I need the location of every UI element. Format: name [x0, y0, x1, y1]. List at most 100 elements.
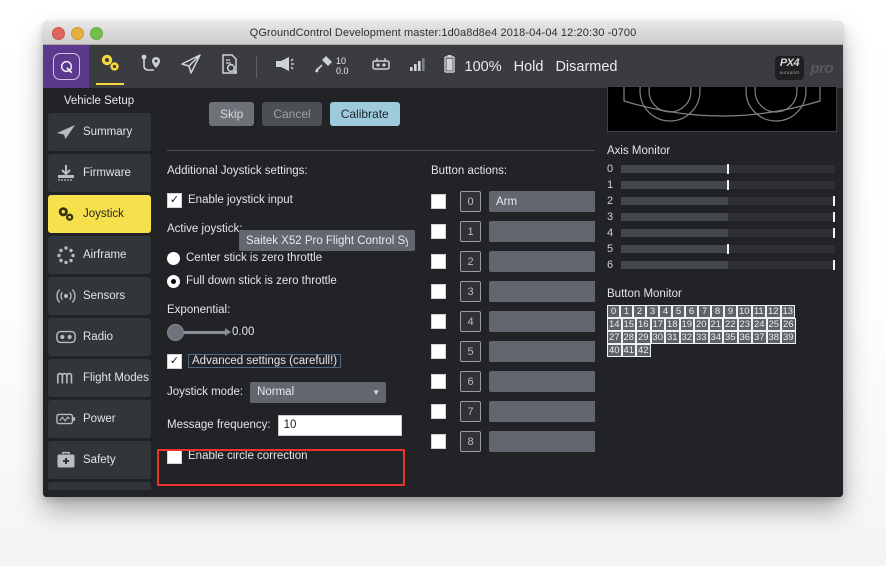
button-monitor-cell: 33: [694, 331, 709, 344]
qgroundcontrol-window: QGroundControl Development master:1d0a8d…: [43, 21, 843, 497]
joystick-mode-label: Joystick mode:: [167, 386, 243, 398]
sidebar-item-partial[interactable]: [48, 482, 151, 490]
flight-mode-label[interactable]: Hold: [514, 59, 544, 75]
sidebar-item-label: Firmware: [83, 167, 131, 179]
sensors-waves-icon: [56, 286, 76, 306]
button-action-dropdown[interactable]: ▼: [489, 281, 595, 302]
vehicle-setup-sidebar: Vehicle Setup Summary F: [43, 88, 155, 497]
qgc-logo-button[interactable]: [43, 45, 89, 88]
button-action-checkbox[interactable]: ✓: [431, 344, 446, 359]
advanced-settings-row[interactable]: ✓ Advanced settings (carefull!): [167, 352, 417, 370]
full-down-throttle-row[interactable]: Full down stick is zero throttle: [167, 272, 417, 290]
battery-icon: [443, 54, 456, 79]
button-action-index: 3: [460, 281, 481, 302]
exponential-slider-row[interactable]: 0.00: [167, 323, 417, 341]
button-monitor-cell: 15: [622, 318, 637, 331]
exponential-label: Exponential:: [167, 304, 230, 316]
center-throttle-row[interactable]: Center stick is zero throttle: [167, 249, 417, 267]
button-action-checkbox[interactable]: ✓: [431, 314, 446, 329]
skip-button[interactable]: Skip: [209, 102, 254, 126]
slider-track[interactable]: [184, 331, 226, 334]
battery-power-icon: [56, 409, 76, 429]
joystick-mode-dropdown[interactable]: Normal ▼: [250, 382, 386, 403]
center-throttle-radio[interactable]: [167, 252, 180, 265]
cancel-button[interactable]: Cancel: [262, 102, 321, 126]
message-frequency-label: Message frequency:: [167, 419, 271, 431]
sidebar-item-label: Sensors: [83, 290, 125, 302]
toolbar-gps-status[interactable]: 10 0.0: [304, 45, 362, 88]
button-action-dropdown[interactable]: ▼: [489, 221, 595, 242]
enable-joystick-row[interactable]: ✓ Enable joystick input: [167, 191, 417, 209]
sidebar-item-joystick[interactable]: Joystick: [48, 195, 151, 233]
active-joystick-label: Active joystick:: [167, 223, 242, 235]
joystick-mode-row[interactable]: Joystick mode: Normal ▼: [167, 381, 417, 403]
toolbar-plan-button[interactable]: [131, 45, 171, 88]
axis-index-label: 4: [607, 227, 615, 239]
button-action-dropdown[interactable]: ▼: [489, 341, 595, 362]
button-action-checkbox[interactable]: ✓: [431, 224, 446, 239]
advanced-settings-checkbox[interactable]: ✓: [167, 354, 182, 369]
calibrate-button[interactable]: Calibrate: [330, 102, 400, 126]
axis-monitor-list: 0123456: [607, 163, 835, 270]
minimize-button[interactable]: [71, 27, 84, 40]
button-actions-heading: Button actions:: [431, 165, 507, 177]
full-down-throttle-radio[interactable]: [167, 275, 180, 288]
sidebar-item-label: Flight Modes: [83, 372, 149, 384]
message-frequency-row[interactable]: Message frequency: 10: [167, 414, 417, 436]
button-action-checkbox[interactable]: ✓: [431, 284, 446, 299]
button-monitor-cell: 6: [685, 305, 698, 318]
sidebar-item-safety[interactable]: Safety: [48, 441, 151, 479]
axis-monitor-title: Axis Monitor: [607, 145, 835, 157]
enable-joystick-checkbox[interactable]: ✓: [167, 193, 182, 208]
axis-bar: [621, 229, 835, 237]
monitor-panel: Axis Monitor 0123456 Button Monitor 0123…: [595, 88, 843, 497]
button-monitor-cell: 31: [665, 331, 680, 344]
sidebar-item-airframe[interactable]: Airframe: [48, 236, 151, 274]
sidebar-item-sensors[interactable]: Sensors: [48, 277, 151, 315]
sidebar-item-firmware[interactable]: Firmware: [48, 154, 151, 192]
sidebar-item-flight-modes[interactable]: Flight Modes: [48, 359, 151, 397]
toolbar-analyze-button[interactable]: [211, 45, 249, 88]
toolbar-messages-button[interactable]: [264, 45, 304, 88]
slider-handle[interactable]: [167, 324, 184, 341]
sidebar-item-power[interactable]: Power: [48, 400, 151, 438]
button-action-dropdown[interactable]: ▼: [489, 371, 595, 392]
toolbar-rc-status[interactable]: [362, 45, 400, 88]
toolbar-telemetry-status[interactable]: [400, 45, 434, 88]
window-controls[interactable]: [52, 27, 103, 40]
button-action-index: 4: [460, 311, 481, 332]
button-action-index: 0: [460, 191, 481, 212]
exponential-slider[interactable]: [167, 323, 231, 341]
button-monitor-cell: 34: [709, 331, 724, 344]
button-monitor-cell: 42: [636, 344, 651, 357]
button-action-checkbox[interactable]: ✓: [431, 374, 446, 389]
button-action-dropdown[interactable]: Arm▼: [489, 191, 595, 212]
arm-state-label[interactable]: Disarmed: [555, 59, 617, 75]
button-action-checkbox[interactable]: ✓: [431, 254, 446, 269]
button-action-checkbox[interactable]: ✓: [431, 404, 446, 419]
button-monitor-cell: 28: [622, 331, 637, 344]
sidebar-item-summary[interactable]: Summary: [48, 113, 151, 151]
close-button[interactable]: [52, 27, 65, 40]
exponential-label-row: Exponential:: [167, 301, 417, 319]
gears-icon: [98, 53, 122, 80]
button-monitor-cell: 17: [651, 318, 666, 331]
sidebar-item-radio[interactable]: Radio: [48, 318, 151, 356]
button-action-checkbox[interactable]: ✓: [431, 434, 446, 449]
axis-bar-fill: [621, 229, 728, 237]
button-action-dropdown[interactable]: ▼: [489, 431, 595, 452]
button-action-row: ✓1▼: [431, 221, 595, 242]
axis-bar-fill: [621, 181, 728, 189]
zoom-button[interactable]: [90, 27, 103, 40]
button-action-dropdown[interactable]: ▼: [489, 401, 595, 422]
active-joystick-dropdown[interactable]: Saitek X52 Pro Flight Control Syst: [239, 230, 415, 251]
message-frequency-input[interactable]: 10: [278, 415, 402, 436]
toolbar-fly-button[interactable]: [171, 45, 211, 88]
toolbar-vehicle-setup-button[interactable]: [89, 45, 131, 88]
button-action-dropdown[interactable]: ▼: [489, 311, 595, 332]
chevron-down-icon: ▼: [372, 388, 380, 397]
button-action-dropdown[interactable]: ▼: [489, 251, 595, 272]
toolbar-battery-status[interactable]: [434, 45, 465, 88]
button-action-index: 8: [460, 431, 481, 452]
button-action-checkbox[interactable]: ✓: [431, 194, 446, 209]
